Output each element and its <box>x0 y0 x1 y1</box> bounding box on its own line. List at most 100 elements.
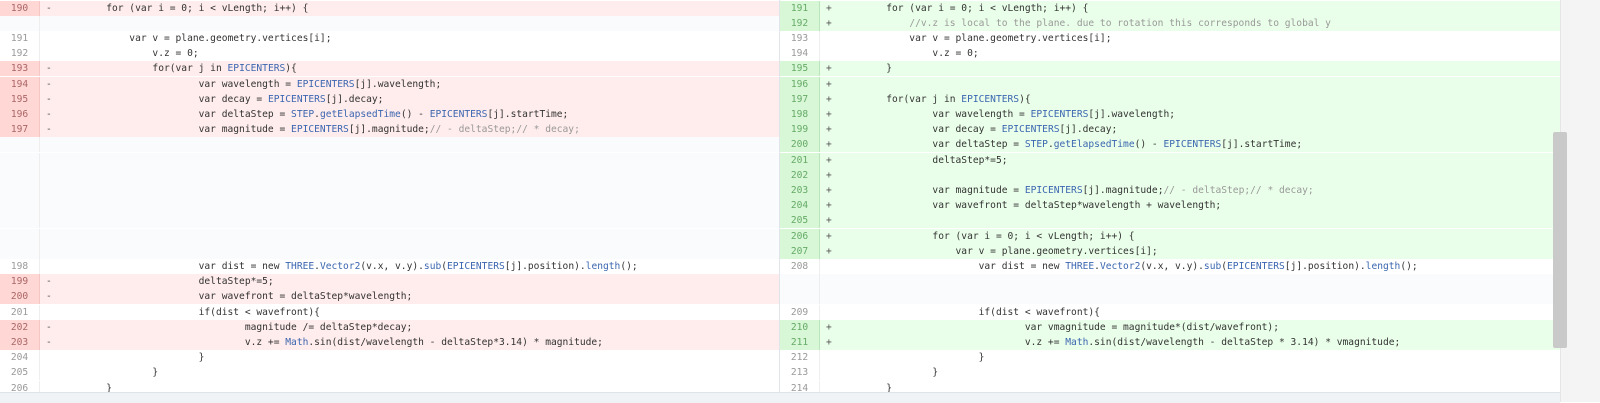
line-number[interactable] <box>0 228 40 244</box>
change-marker <box>826 259 836 274</box>
line-number[interactable]: 192 <box>0 46 40 62</box>
code-text: var decay = EPICENTERS[j].decay; <box>60 93 384 105</box>
new-diff-line: 204 + var wavefront = deltaStep*wavelengt… <box>780 198 1560 214</box>
line-number[interactable]: 197 <box>780 91 820 107</box>
change-marker: - <box>46 93 52 105</box>
line-number[interactable]: 199 <box>0 274 40 290</box>
line-number[interactable]: 197 <box>0 122 40 138</box>
change-marker <box>826 350 836 365</box>
change-marker: + <box>826 78 832 90</box>
line-number[interactable]: 192 <box>780 15 820 31</box>
code-text: v.z += Math.sin(dist/wavelength - deltaS… <box>60 336 603 348</box>
line-number[interactable]: 212 <box>780 350 820 366</box>
line-number[interactable]: 195 <box>0 91 40 107</box>
line-number[interactable]: 191 <box>780 0 820 16</box>
line-number[interactable]: 205 <box>780 213 820 229</box>
new-diff-line: 207 + var v = plane.geometry.vertices[i]; <box>780 243 1560 259</box>
line-number[interactable]: 203 <box>0 334 40 351</box>
line-number[interactable]: 207 <box>780 243 820 259</box>
new-diff-line: 211 + v.z += Math.sin(dist/wavelength - d… <box>780 334 1560 351</box>
line-number[interactable]: 211 <box>780 334 820 351</box>
change-marker: + <box>826 200 832 212</box>
line-number[interactable] <box>0 213 40 229</box>
new-diff-line: 193 var v = plane.geometry.vertices[i]; <box>780 30 1560 47</box>
new-diff-line: 196 + <box>780 76 1560 92</box>
vertical-scrollbar-thumb[interactable] <box>1553 132 1567 348</box>
line-number[interactable]: 200 <box>0 289 40 305</box>
line-number[interactable]: 198 <box>780 106 820 123</box>
line-number[interactable] <box>780 289 820 305</box>
old-diff-line <box>0 182 780 199</box>
change-marker: + <box>826 124 832 136</box>
code-text: //v.z is local to the plane. due to rota… <box>909 17 1331 29</box>
change-marker: + <box>826 169 832 181</box>
line-number[interactable] <box>0 15 40 31</box>
code-text: } <box>840 367 939 379</box>
line-number[interactable]: 204 <box>0 350 40 366</box>
line-number[interactable]: 199 <box>780 122 820 138</box>
line-number[interactable] <box>780 274 820 290</box>
old-diff-line: 194- var wavelength = EPICENTERS[j].wave… <box>0 76 780 92</box>
line-number[interactable]: 200 <box>780 137 820 153</box>
change-marker <box>826 274 836 289</box>
line-number[interactable]: 202 <box>0 319 40 335</box>
horizontal-scrollbar[interactable] <box>0 392 1560 403</box>
code-text: deltaStep*=5; <box>60 276 274 288</box>
code-text: v.z += Math.sin(dist/wavelength - deltaS… <box>840 336 1401 348</box>
line-number[interactable]: 195 <box>780 61 820 77</box>
change-marker: - <box>46 108 52 120</box>
new-diff-line: 206 + for (var i = 0; i < vLength; i++) { <box>780 228 1560 244</box>
change-marker: - <box>46 78 52 90</box>
line-number[interactable] <box>0 167 40 183</box>
line-number[interactable] <box>0 182 40 199</box>
line-number[interactable]: 193 <box>780 30 820 47</box>
line-number[interactable]: 209 <box>780 304 820 320</box>
line-number[interactable]: 196 <box>780 76 820 92</box>
line-number[interactable]: 203 <box>780 182 820 199</box>
new-diff-line: 200 + var deltaStep = STEP.getElapsedTime… <box>780 137 1560 153</box>
line-number[interactable] <box>0 198 40 214</box>
code-text: } <box>60 352 205 364</box>
line-number[interactable]: 190 <box>0 0 40 16</box>
change-marker: + <box>826 2 832 14</box>
change-marker <box>46 198 56 213</box>
line-number[interactable]: 208 <box>780 258 820 275</box>
line-number[interactable]: 210 <box>780 319 820 335</box>
code-text: var dist = new THREE.Vector2(v.x, v.y).s… <box>840 260 1418 272</box>
line-number[interactable]: 213 <box>780 365 820 381</box>
line-number[interactable]: 202 <box>780 167 820 183</box>
line-number[interactable]: 191 <box>0 30 40 47</box>
line-number[interactable] <box>0 152 40 168</box>
new-diff-line: 194 v.z = 0; <box>780 46 1560 62</box>
old-diff-line: 203- v.z += Math.sin(dist/wavelength - d… <box>0 334 780 351</box>
line-number[interactable]: 201 <box>780 152 820 168</box>
line-number[interactable] <box>0 243 40 259</box>
code-text: var decay = EPICENTERS[j].decay; <box>840 124 1118 136</box>
line-number[interactable]: 194 <box>780 46 820 62</box>
code-text: for(var j in EPICENTERS){ <box>60 63 297 75</box>
code-text: } <box>60 367 159 379</box>
line-number[interactable]: 198 <box>0 258 40 275</box>
change-marker <box>826 305 836 320</box>
code-text: var deltaStep = STEP.getElapsedTime() - … <box>60 108 569 120</box>
line-number[interactable] <box>0 137 40 153</box>
code-text: var dist = new THREE.Vector2(v.x, v.y).s… <box>60 260 638 272</box>
change-marker <box>46 244 56 259</box>
code-text: for (var i = 0; i < vLength; i++) { <box>60 2 309 14</box>
line-number[interactable]: 204 <box>780 198 820 214</box>
code-text: } <box>840 352 985 364</box>
change-marker: - <box>46 276 52 288</box>
code-text: var deltaStep = STEP.getElapsedTime() - … <box>840 139 1303 151</box>
new-diff-line: 198 + var wavelength = EPICENTERS[j].wave… <box>780 106 1560 123</box>
line-number[interactable]: 201 <box>0 304 40 320</box>
line-number[interactable]: 194 <box>0 76 40 92</box>
change-marker: - <box>46 336 52 348</box>
line-number[interactable]: 196 <box>0 106 40 123</box>
new-diff-line: 212 } <box>780 350 1560 366</box>
line-number[interactable]: 205 <box>0 365 40 381</box>
old-diff-line: 195- var decay = EPICENTERS[j].decay; <box>0 91 780 107</box>
line-number[interactable]: 206 <box>780 228 820 244</box>
line-number[interactable]: 193 <box>0 61 40 77</box>
code-text: deltaStep*=5; <box>840 154 1008 166</box>
old-diff-line <box>0 15 780 31</box>
